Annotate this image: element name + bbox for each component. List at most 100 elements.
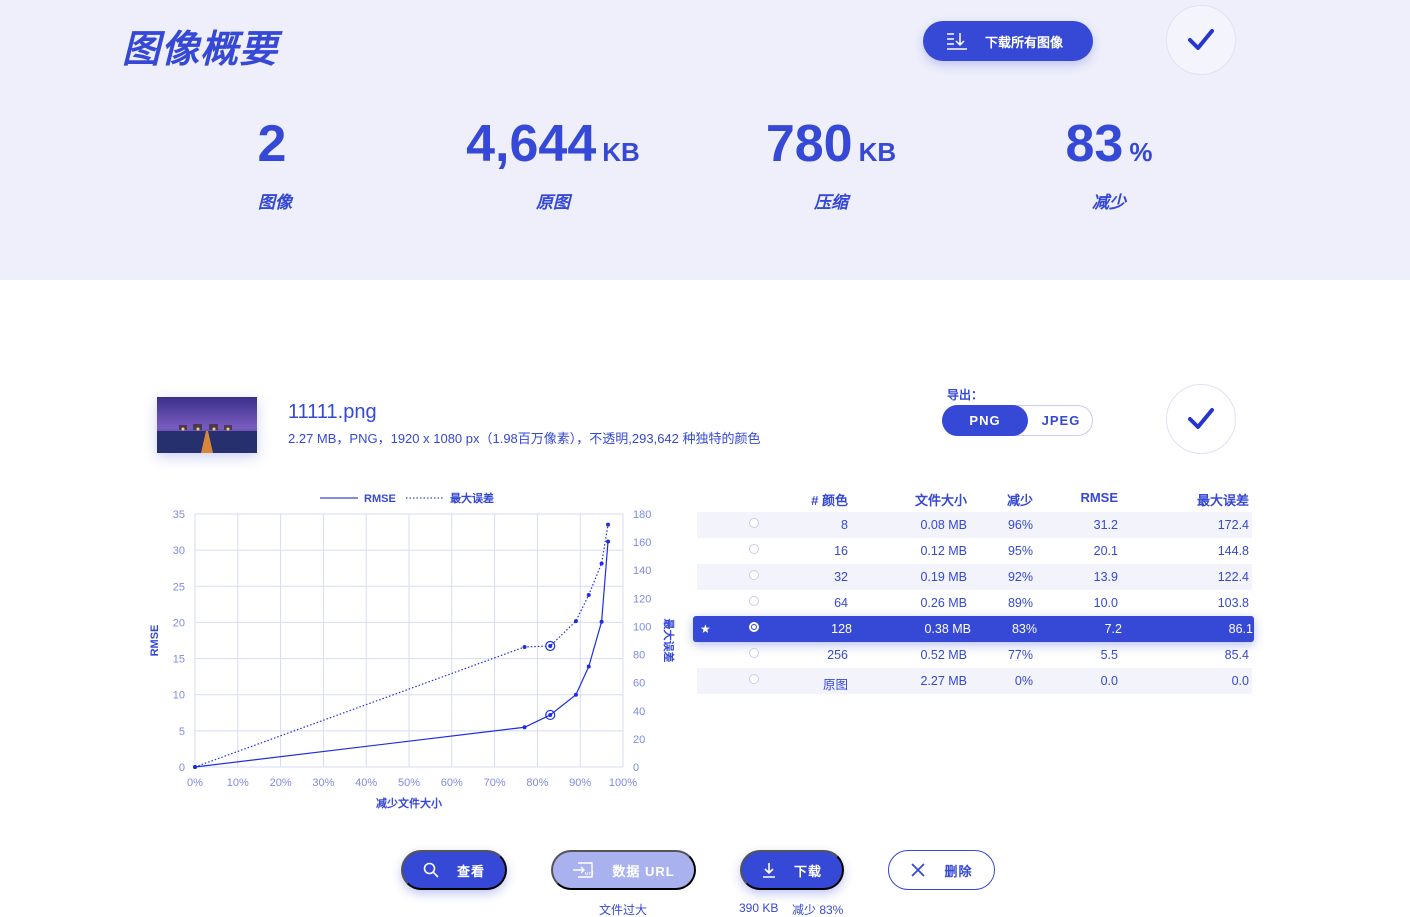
close-icon xyxy=(911,863,926,877)
data-point xyxy=(606,522,611,527)
legend-max-error-label: 最大误差 xyxy=(450,491,494,505)
check-icon xyxy=(1188,408,1214,429)
search-icon xyxy=(423,862,439,878)
x-axis-label: 减少文件大小 xyxy=(376,796,442,810)
thumbnail-picture xyxy=(157,397,257,453)
y-tick-label: 0 xyxy=(179,762,185,774)
stat-value: 4,644 xyxy=(466,115,597,173)
cell-size: 2.27 MB xyxy=(920,674,967,688)
data-point xyxy=(548,643,553,648)
view-label: 查看 xyxy=(456,863,485,879)
cell-rmse: 20.1 xyxy=(1093,544,1118,558)
view-button[interactable]: 查看 xyxy=(401,850,507,890)
summary-panel: 图像概要 下载所有图像 2 图像 4,644 KB 原图 780 KB 压缩 83%… xyxy=(0,0,1410,280)
table-row[interactable]: 8 0.08 MB 96% 31.2 172.4 xyxy=(697,512,1252,538)
x-tick-label: 50% xyxy=(398,777,420,789)
delete-label: 删除 xyxy=(944,863,973,879)
data-point xyxy=(606,539,611,544)
stat-label: 图像 xyxy=(258,193,292,212)
row-radio[interactable] xyxy=(749,544,759,554)
y-tick-label: 15 xyxy=(173,654,185,666)
y2-tick-label: 60 xyxy=(633,678,645,690)
color-options-table: # 颜色 文件大小 减少 RMSE 最大误差 8 0.08 MB 96% 31.2 17… xyxy=(693,490,1254,694)
x-tick-label: 100% xyxy=(609,777,637,789)
stat-value: 2 xyxy=(257,115,287,173)
cell-size: 0.19 MB xyxy=(920,570,967,584)
cell-max-error: 103.8 xyxy=(1217,596,1249,610)
y-tick-label: 5 xyxy=(179,726,185,738)
row-radio[interactable] xyxy=(749,570,759,580)
data-url-note: 文件过大 xyxy=(599,903,648,917)
cell-reduction: 0% xyxy=(1014,674,1033,688)
table-row[interactable]: 256 0.52 MB 77% 5.5 85.4 xyxy=(697,642,1252,668)
y2-tick-label: 0 xyxy=(633,762,639,774)
stat-unit: % xyxy=(1129,137,1153,167)
cell-colors: 256 xyxy=(827,648,848,662)
check-icon xyxy=(1188,29,1214,50)
stat-reduction: 83% 减少 xyxy=(989,112,1229,213)
row-radio[interactable] xyxy=(749,518,759,528)
data-point xyxy=(599,619,604,624)
file-check-button[interactable] xyxy=(1166,384,1236,454)
y2-tick-label: 140 xyxy=(633,565,651,577)
download-icon xyxy=(762,863,775,878)
export-format-toggle: PNG JPEG xyxy=(942,405,1093,436)
stat-images: 2 图像 xyxy=(155,112,395,213)
row-radio[interactable] xyxy=(749,622,759,632)
stat-original: 4,644 KB 原图 xyxy=(433,112,673,213)
cell-max-error: 86.1 xyxy=(1228,622,1253,636)
cell-rmse: 31.2 xyxy=(1093,518,1118,532)
cell-reduction: 92% xyxy=(1007,570,1033,584)
cell-colors: 16 xyxy=(834,544,848,558)
data-point xyxy=(586,664,591,669)
table-row[interactable]: 原图 2.27 MB 0% 0.0 0.0 xyxy=(697,668,1252,694)
summary-check-button[interactable] xyxy=(1166,5,1236,75)
y-tick-label: 25 xyxy=(173,581,185,593)
row-radio[interactable] xyxy=(749,596,759,606)
export-jpeg-option[interactable]: JPEG xyxy=(1029,405,1093,436)
cell-reduction: 89% xyxy=(1007,596,1033,610)
y2-tick-label: 20 xyxy=(633,734,645,746)
x-tick-label: 10% xyxy=(227,777,249,789)
star-icon: ★ xyxy=(700,622,711,636)
delete-button[interactable]: 删除 xyxy=(888,850,995,890)
table-row[interactable]: 32 0.19 MB 92% 13.9 122.4 xyxy=(697,564,1252,590)
download-note-size: 390 KB xyxy=(739,901,779,915)
row-radio[interactable] xyxy=(749,648,759,658)
data-point xyxy=(599,561,604,566)
stat-unit: KB xyxy=(858,137,897,167)
x-tick-label: 90% xyxy=(569,777,591,789)
cell-colors: 64 xyxy=(834,596,848,610)
cell-size: 0.26 MB xyxy=(920,596,967,610)
row-radio[interactable] xyxy=(749,674,759,684)
stat-label: 减少 xyxy=(1092,193,1126,212)
download-all-button[interactable]: 下载所有图像 xyxy=(923,21,1093,61)
export-label: 导出： xyxy=(947,388,984,402)
download-button[interactable]: 下载 xyxy=(740,850,844,890)
data-point xyxy=(193,765,197,769)
x-tick-label: 0% xyxy=(187,777,203,789)
data-point xyxy=(522,644,527,649)
table-row-selected[interactable]: ★ 128 0.38 MB 83% 7.2 86.1 xyxy=(693,616,1254,642)
cell-size: 0.52 MB xyxy=(920,648,967,662)
header-max-error: 最大误差 xyxy=(1196,493,1249,508)
data-url-icon: url xyxy=(573,862,594,878)
file-name: 11111.png xyxy=(288,401,377,423)
data-url-button[interactable]: url 数据 URL xyxy=(551,850,696,890)
page-title: 图像概要 xyxy=(122,29,279,71)
header-rmse: RMSE xyxy=(1080,490,1118,505)
cell-size: 0.08 MB xyxy=(920,518,967,532)
y-tick-label: 10 xyxy=(173,690,185,702)
series-line-rmse xyxy=(194,541,609,768)
image-thumbnail[interactable] xyxy=(157,397,257,453)
data-point xyxy=(522,725,527,730)
x-tick-label: 30% xyxy=(312,777,334,789)
x-tick-label: 20% xyxy=(270,777,292,789)
table-row[interactable]: 16 0.12 MB 95% 20.1 144.8 xyxy=(697,538,1252,564)
table-row[interactable]: 64 0.26 MB 89% 10.0 103.8 xyxy=(697,590,1252,616)
cell-colors: 原图 xyxy=(822,678,848,692)
cell-colors: 8 xyxy=(841,518,848,532)
export-png-option[interactable]: PNG xyxy=(942,405,1028,436)
x-tick-label: 80% xyxy=(526,777,548,789)
cell-reduction: 83% xyxy=(1011,622,1037,636)
